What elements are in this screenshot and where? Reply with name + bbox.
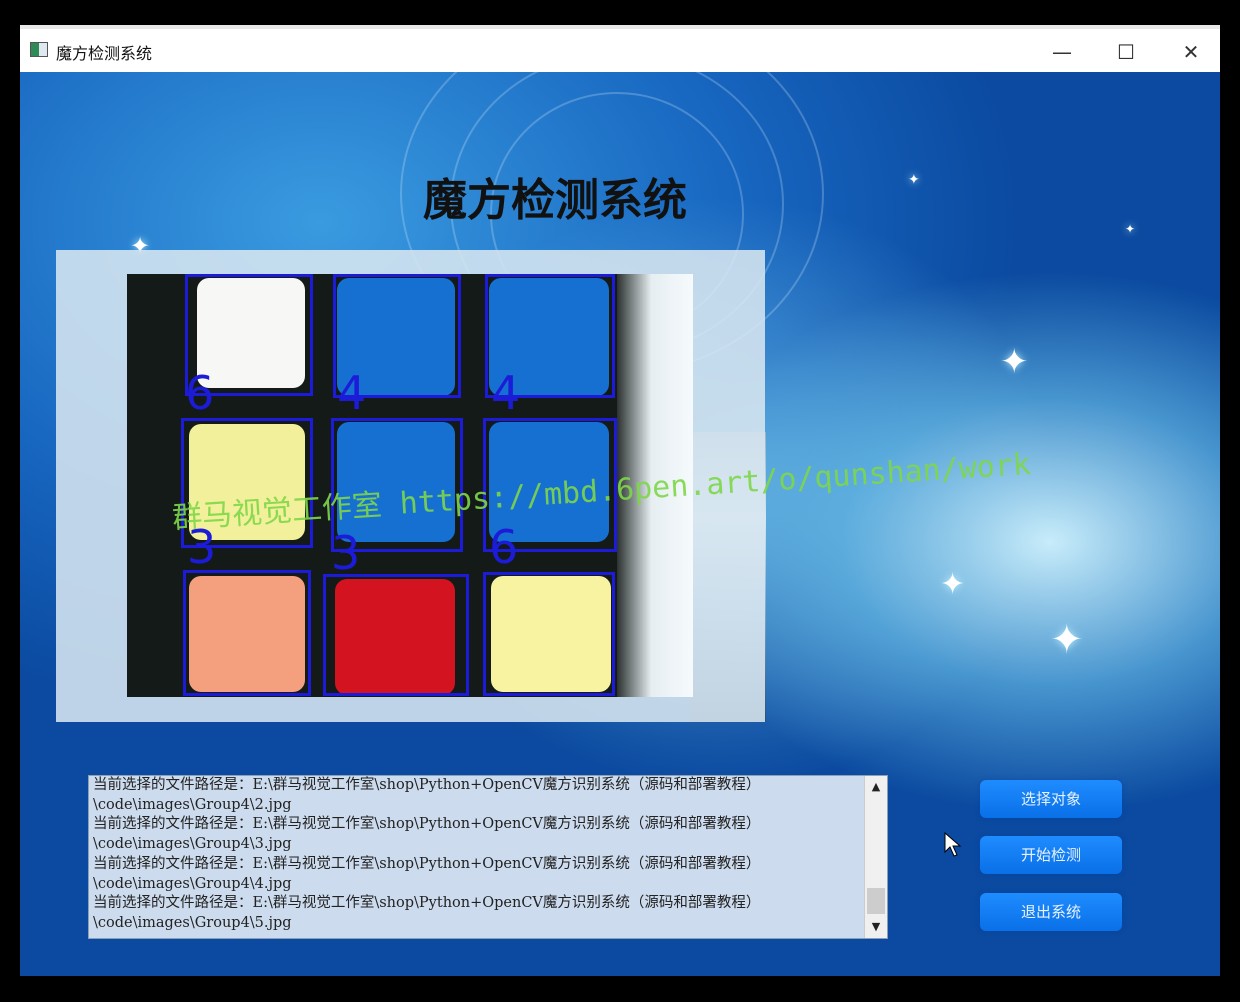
log-line: 当前选择的文件路径是：E:\群马视觉工作室\shop\Python+OpenCV…: [93, 855, 761, 872]
detection-label: 4: [491, 366, 521, 420]
detection-label: 6: [489, 520, 519, 574]
log-line: \code\images\Group4\2.jpg: [93, 796, 292, 813]
window-title: 魔方检测系统: [56, 44, 153, 63]
mouse-cursor-icon: [944, 832, 962, 857]
log-line: \code\images\Group4\5.jpg: [93, 914, 292, 931]
scroll-down-arrow-icon[interactable]: ▼: [865, 916, 887, 938]
log-textbox[interactable]: 当前选择的文件路径是：E:\群马视觉工作室\shop\Python+OpenCV…: [88, 775, 888, 939]
log-line: 当前选择的文件路径是：E:\群马视觉工作室\shop\Python+OpenCV…: [93, 895, 761, 912]
log-scrollbar[interactable]: ▲ ▼: [864, 776, 887, 938]
exit-system-button[interactable]: 退出系统: [980, 893, 1122, 931]
scroll-up-arrow-icon[interactable]: ▲: [865, 776, 887, 798]
detection-box: [323, 574, 469, 696]
log-line: \code\images\Group4\3.jpg: [93, 836, 292, 853]
log-line: \code\images\Group4\4.jpg: [93, 875, 292, 892]
app-window: 魔方检测系统 — ☐ ✕ ✦ ✦ ✦ ✦ ✦ ✦ 魔方检测系统 644336 群…: [20, 25, 1220, 976]
detection-label: 3: [331, 526, 361, 580]
minimize-button[interactable]: —: [1032, 33, 1092, 71]
page-title: 魔方检测系统: [423, 175, 687, 226]
star-decoration: ✦: [1050, 617, 1084, 663]
log-line: 当前选择的文件路径是：E:\群马视觉工作室\shop\Python+OpenCV…: [93, 777, 761, 793]
star-decoration: ✦: [1000, 342, 1029, 382]
detection-label: 6: [185, 366, 215, 420]
star-decoration: ✦: [1125, 222, 1136, 236]
select-object-button[interactable]: 选择对象: [980, 780, 1122, 818]
close-button[interactable]: ✕: [1161, 33, 1220, 71]
detection-box: [483, 572, 615, 696]
scroll-thumb[interactable]: [867, 888, 885, 914]
app-icon: [30, 42, 48, 57]
detection-label: 4: [337, 366, 367, 420]
log-content: 当前选择的文件路径是：E:\群马视觉工作室\shop\Python+OpenCV…: [93, 776, 863, 934]
title-bar: 魔方检测系统 — ☐ ✕: [20, 25, 1220, 72]
log-line: 当前选择的文件路径是：E:\群马视觉工作室\shop\Python+OpenCV…: [93, 816, 761, 833]
start-detection-button[interactable]: 开始检测: [980, 836, 1122, 874]
detection-box: [183, 570, 311, 696]
star-decoration: ✦: [940, 567, 966, 602]
client-area: ✦ ✦ ✦ ✦ ✦ ✦ 魔方检测系统 644336 群马视觉工作室 https:…: [20, 72, 1220, 976]
maximize-button[interactable]: ☐: [1096, 33, 1156, 71]
